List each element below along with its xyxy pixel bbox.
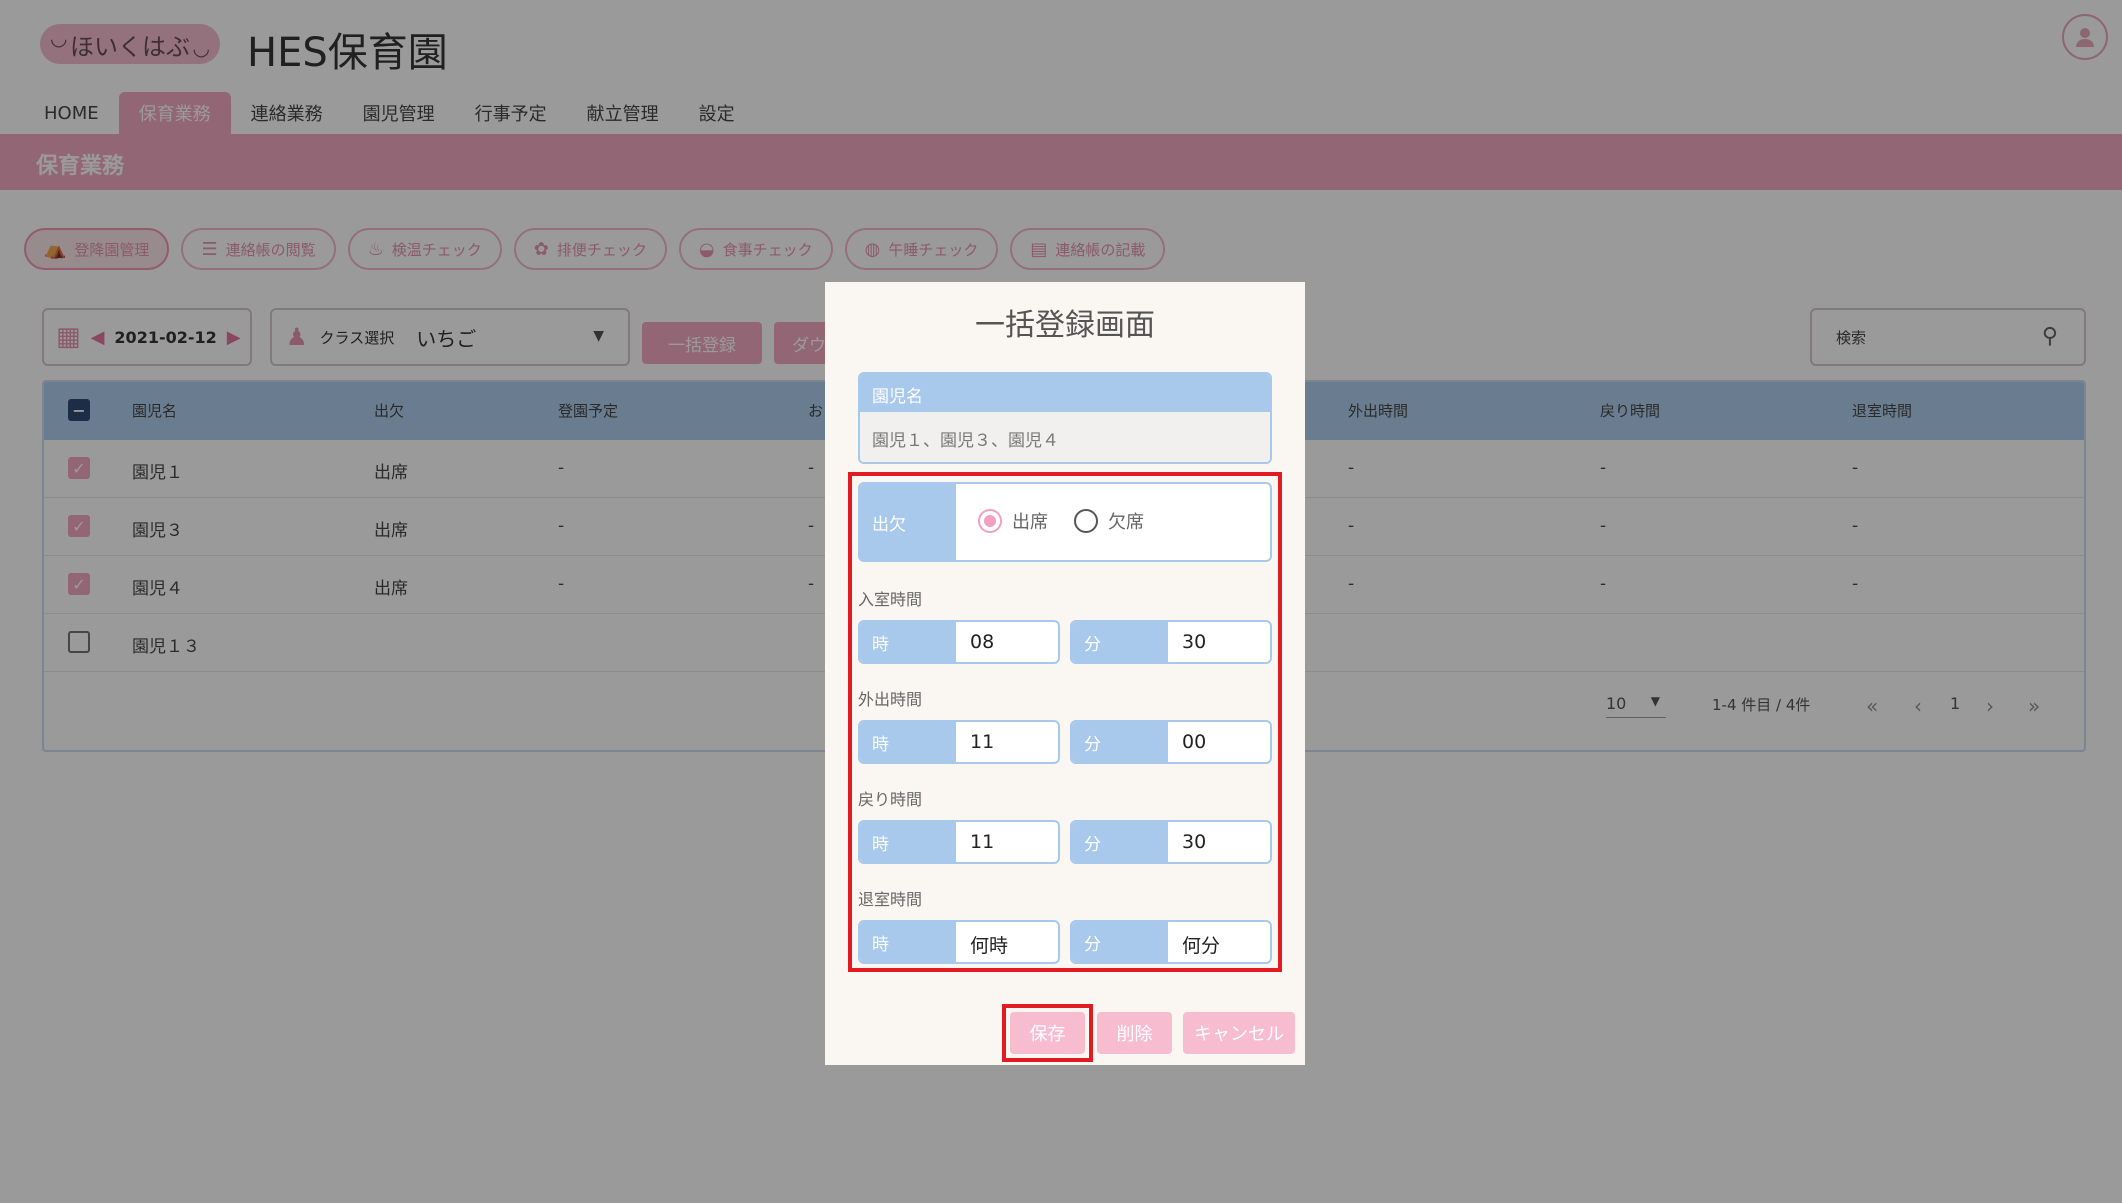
delete-button[interactable]: 削除 <box>1097 1012 1172 1054</box>
minute-value: 30 <box>1182 831 1207 853</box>
entry-minute-input[interactable]: 分 30 <box>1070 620 1272 664</box>
out-minute-input[interactable]: 分 00 <box>1070 720 1272 764</box>
minute-label: 分 <box>1072 822 1168 862</box>
return-minute-input[interactable]: 分 30 <box>1070 820 1272 864</box>
radio-present[interactable]: 出席 <box>978 508 1048 534</box>
selected-children-label: 園児名 <box>860 374 1270 412</box>
selected-children-box: 園児名 園児１、園児３、園児４ <box>858 372 1272 464</box>
minute-label: 分 <box>1072 722 1168 762</box>
hour-value: 何時 <box>970 935 1009 957</box>
radio-absent-label: 欠席 <box>1108 512 1144 533</box>
entry-hour-input[interactable]: 時 08 <box>858 620 1060 664</box>
minute-value: 何分 <box>1182 935 1221 957</box>
save-highlight-frame <box>1002 1004 1093 1062</box>
bulk-register-dialog: 一括登録画面 園児名 園児１、園児３、園児４ 出欠 出席 欠席 入室時間 時 0… <box>825 282 1305 1065</box>
minute-value: 30 <box>1182 631 1207 653</box>
radio-dot <box>1074 509 1098 533</box>
hour-value: 08 <box>970 631 995 653</box>
return-hour-input[interactable]: 時 11 <box>858 820 1060 864</box>
hour-value: 11 <box>970 731 995 753</box>
radio-dot <box>978 509 1002 533</box>
attendance-field: 出欠 出席 欠席 <box>858 482 1272 562</box>
hour-label: 時 <box>860 922 956 962</box>
cancel-button[interactable]: キャンセル <box>1183 1012 1295 1054</box>
hour-label: 時 <box>860 622 956 662</box>
radio-absent[interactable]: 欠席 <box>1074 508 1144 534</box>
radio-present-label: 出席 <box>1012 512 1048 533</box>
minute-value: 00 <box>1182 731 1207 753</box>
selected-children-value: 園児１、園児３、園児４ <box>860 412 1270 462</box>
minute-label: 分 <box>1072 622 1168 662</box>
out-hour-input[interactable]: 時 11 <box>858 720 1060 764</box>
hour-label: 時 <box>860 822 956 862</box>
out-time-label: 外出時間 <box>858 690 923 709</box>
leave-time-label: 退室時間 <box>858 890 923 909</box>
leave-hour-input[interactable]: 時 何時 <box>858 920 1060 964</box>
hour-label: 時 <box>860 722 956 762</box>
entry-time-label: 入室時間 <box>858 590 923 609</box>
hour-value: 11 <box>970 831 995 853</box>
leave-minute-input[interactable]: 分 何分 <box>1070 920 1272 964</box>
dialog-title: 一括登録画面 <box>975 308 1155 343</box>
return-time-label: 戻り時間 <box>858 790 923 809</box>
attendance-label: 出欠 <box>860 484 956 560</box>
minute-label: 分 <box>1072 922 1168 962</box>
